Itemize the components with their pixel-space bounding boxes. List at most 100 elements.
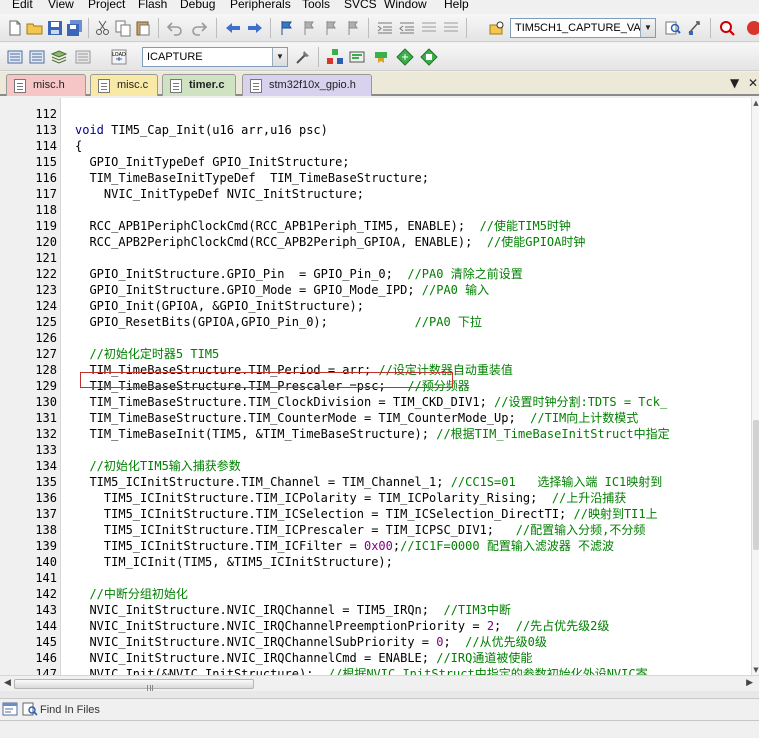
code-line[interactable]: 146 NVIC_InitStructure.NVIC_IRQChannelCm… <box>0 650 752 666</box>
code-line[interactable]: 136 TIM5_ICInitStructure.TIM_ICPolarity … <box>0 490 752 506</box>
next-bookmark-icon[interactable] <box>322 19 340 37</box>
find-in-files-icon[interactable] <box>488 19 506 37</box>
menu-item-help[interactable]: Help <box>444 0 469 12</box>
tab-timer-c[interactable]: timer.c <box>162 74 236 96</box>
code-line[interactable]: 113 void TIM5_Cap_Init(u16 arr,u16 psc) <box>0 122 752 138</box>
scroll-thumb[interactable] <box>753 420 759 550</box>
save-all-icon[interactable] <box>66 19 84 37</box>
manage-components-icon[interactable] <box>326 48 344 66</box>
uncomment-icon[interactable] <box>442 19 460 37</box>
find-in-files-tab[interactable]: Find In Files <box>40 702 100 718</box>
save-icon[interactable] <box>46 19 64 37</box>
vertical-scrollbar[interactable]: ▲ ▼ <box>751 98 759 675</box>
load-icon[interactable]: LOAD <box>110 48 128 66</box>
menu-item-svcs[interactable]: SVCS <box>344 0 377 12</box>
code-line[interactable]: 130 TIM_TimeBaseStructure.TIM_ClockDivis… <box>0 394 752 410</box>
code-editor[interactable]: 112 113 void TIM5_Cap_Init(u16 arr,u16 psc… <box>0 98 759 675</box>
code-line[interactable]: 145 NVIC_InitStructure.NVIC_IRQChannelSu… <box>0 634 752 650</box>
code-line[interactable]: 118 <box>0 202 752 218</box>
splitter[interactable] <box>0 691 759 699</box>
find-in-files-icon[interactable] <box>22 702 38 716</box>
find-icon[interactable] <box>664 19 682 37</box>
replace-icon[interactable] <box>686 19 704 37</box>
rte-icon[interactable] <box>420 48 438 66</box>
menu-item-flash[interactable]: Flash <box>138 0 167 12</box>
code-line[interactable]: 115 GPIO_InitTypeDef GPIO_InitStructure; <box>0 154 752 170</box>
bookmark-icon[interactable] <box>278 19 296 37</box>
stop-icon[interactable] <box>744 19 759 37</box>
chevron-down-icon[interactable]: ▼ <box>272 48 287 66</box>
build-output-icon[interactable] <box>2 702 18 716</box>
code-line[interactable]: 122 GPIO_InitStructure.GPIO_Pin = GPIO_P… <box>0 266 752 282</box>
undo-icon[interactable] <box>166 19 184 37</box>
code-line[interactable]: 126 <box>0 330 752 346</box>
menu-item-view[interactable]: View <box>48 0 74 12</box>
menu-item-project[interactable]: Project <box>88 0 125 12</box>
code-line[interactable]: 120 RCC_APB2PeriphClockCmd(RCC_APB2Perip… <box>0 234 752 250</box>
code-line[interactable]: 123 GPIO_InitStructure.GPIO_Mode = GPIO_… <box>0 282 752 298</box>
target-options-icon[interactable] <box>294 48 312 66</box>
tab-misc-c[interactable]: misc.c <box>90 74 158 96</box>
code-line[interactable]: 132 TIM_TimeBaseInit(TIM5, &TIM_TimeBase… <box>0 426 752 442</box>
code-line[interactable]: 135 TIM5_ICInitStructure.TIM_Channel = T… <box>0 474 752 490</box>
code-line[interactable]: 131 TIM_TimeBaseStructure.TIM_CounterMod… <box>0 410 752 426</box>
rebuild-icon[interactable] <box>50 48 68 66</box>
code-line[interactable]: 112 <box>0 106 752 122</box>
code-line[interactable]: 133 <box>0 442 752 458</box>
nav-forward-icon[interactable] <box>246 19 264 37</box>
cut-icon[interactable] <box>94 19 112 37</box>
code-line[interactable]: 144 NVIC_InitStructure.NVIC_IRQChannelPr… <box>0 618 752 634</box>
code-line[interactable]: 147 NVIC_Init(&NVIC_InitStructure); //根据… <box>0 666 752 675</box>
code-line[interactable]: 139 TIM5_ICInitStructure.TIM_ICFilter = … <box>0 538 752 554</box>
translate-icon[interactable] <box>6 48 24 66</box>
tab-misc-h[interactable]: misc.h <box>6 74 86 96</box>
copy-icon[interactable] <box>114 19 132 37</box>
nav-back-icon[interactable] <box>224 19 242 37</box>
find-combo[interactable]: TIM5CH1_CAPTURE_VAL ▼ <box>510 18 656 38</box>
chevron-down-icon[interactable]: ▼ <box>640 19 655 37</box>
comment-icon[interactable] <box>420 19 438 37</box>
scroll-down-icon[interactable]: ▼ <box>752 665 759 675</box>
code-line[interactable]: 138 TIM5_ICInitStructure.TIM_ICPrescaler… <box>0 522 752 538</box>
indent-icon[interactable] <box>376 19 394 37</box>
unindent-icon[interactable] <box>398 19 416 37</box>
scroll-up-icon[interactable]: ▲ <box>752 98 759 108</box>
close-icon[interactable]: ✕ <box>748 76 758 90</box>
build-icon[interactable] <box>28 48 46 66</box>
code-line[interactable]: 134 //初始化TIM5输入捕获参数 <box>0 458 752 474</box>
code-line[interactable]: 140 TIM_ICInit(TIM5, &TIM5_ICInitStructu… <box>0 554 752 570</box>
code-line[interactable]: 124 GPIO_Init(GPIOA, &GPIO_InitStructure… <box>0 298 752 314</box>
target-select[interactable]: ICAPTURE ▼ <box>142 47 288 67</box>
code-line[interactable]: 114 { <box>0 138 752 154</box>
code-line[interactable]: 119 RCC_APB1PeriphClockCmd(RCC_APB1Perip… <box>0 218 752 234</box>
open-folder-icon[interactable] <box>26 19 44 37</box>
code-line[interactable]: 116 TIM_TimeBaseInitTypeDef TIM_TimeBase… <box>0 170 752 186</box>
menu-item-debug[interactable]: Debug <box>180 0 215 12</box>
paste-icon[interactable] <box>134 19 152 37</box>
menu-item-edit[interactable]: Edit <box>12 0 33 12</box>
prev-bookmark-icon[interactable] <box>300 19 318 37</box>
batch-build-icon[interactable] <box>74 48 92 66</box>
environment-icon[interactable] <box>372 48 390 66</box>
scroll-thumb[interactable] <box>14 679 254 691</box>
code-line[interactable]: 125 GPIO_ResetBits(GPIOA,GPIO_Pin_0); //… <box>0 314 752 330</box>
menu-item-peripherals[interactable]: Peripherals <box>230 0 291 12</box>
code-line[interactable]: 127 //初始化定时器5 TIM5 <box>0 346 752 362</box>
code-line[interactable]: 121 <box>0 250 752 266</box>
menu-item-window[interactable]: Window <box>384 0 427 12</box>
code-line[interactable]: 143 NVIC_InitStructure.NVIC_IRQChannel =… <box>0 602 752 618</box>
pack-installer-icon[interactable] <box>396 48 414 66</box>
code-line[interactable]: 117 NVIC_InitTypeDef NVIC_InitStructure; <box>0 186 752 202</box>
new-file-icon[interactable] <box>6 19 24 37</box>
code-line[interactable]: 141 <box>0 570 752 586</box>
scroll-right-icon[interactable]: ▶ <box>746 678 753 688</box>
clear-bookmarks-icon[interactable] <box>344 19 362 37</box>
code-line[interactable]: 142 //中断分组初始化 <box>0 586 752 602</box>
horizontal-scrollbar[interactable]: ◀ ▶ <box>0 675 759 691</box>
debug-session-icon[interactable] <box>718 19 736 37</box>
menu-item-tools[interactable]: Tools <box>302 0 330 12</box>
tab-stm32f10x-gpio-h[interactable]: stm32f10x_gpio.h <box>242 74 372 96</box>
redo-icon[interactable] <box>190 19 208 37</box>
scroll-left-icon[interactable]: ◀ <box>4 678 11 688</box>
file-extensions-icon[interactable] <box>348 48 366 66</box>
